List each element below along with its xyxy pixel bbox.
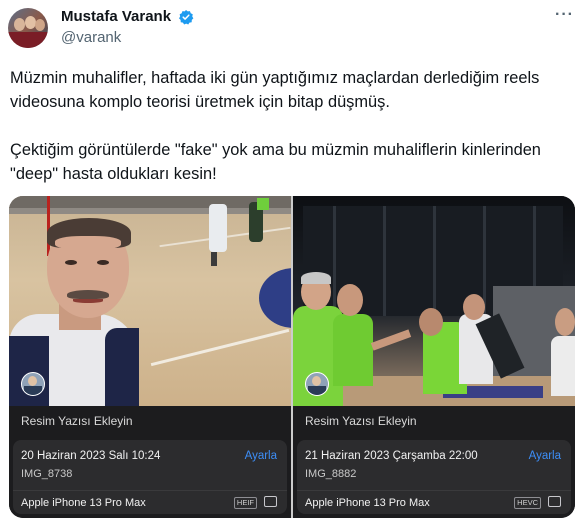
author-handle[interactable]: @varank xyxy=(61,29,121,46)
photo-1[interactable]: Resim Yazısı Ekleyin 20 Haziran 2023 Sal… xyxy=(9,196,291,518)
tweet-header: Mustafa Varank @varank ··· xyxy=(0,0,582,60)
tweet-text: Müzmin muhalifler, haftada iki gün yaptı… xyxy=(10,69,541,183)
format-badge: HEVC xyxy=(514,497,541,509)
photo-2[interactable]: Resim Yazısı Ekleyin 21 Haziran 2023 Çar… xyxy=(293,196,575,518)
device-name: Apple iPhone 13 Pro Max xyxy=(21,497,146,509)
device-row: Apple iPhone 13 Pro Max HEVC xyxy=(297,490,571,515)
device-row: Apple iPhone 13 Pro Max HEIF xyxy=(13,490,287,515)
device-name: Apple iPhone 13 Pro Max xyxy=(305,497,430,509)
video-icon xyxy=(548,496,561,507)
verified-badge-icon xyxy=(179,10,194,25)
photo-info-panel: Resim Yazısı Ekleyin 21 Haziran 2023 Çar… xyxy=(293,406,575,518)
add-caption-field[interactable]: Resim Yazısı Ekleyin xyxy=(305,414,417,428)
photo-date: 20 Haziran 2023 Salı 10:24 xyxy=(21,450,161,462)
add-caption-field[interactable]: Resim Yazısı Ekleyin xyxy=(21,414,133,428)
photo-date: 21 Haziran 2023 Çarşamba 22:00 xyxy=(305,450,478,462)
selfie-image xyxy=(9,196,291,406)
format-badge: HEIF xyxy=(233,497,257,509)
file-name: IMG_8738 xyxy=(21,468,73,480)
media-grid: Resim Yazısı Ekleyin 20 Haziran 2023 Sal… xyxy=(9,196,575,518)
metadata-card: 20 Haziran 2023 Salı 10:24 Ayarla IMG_87… xyxy=(13,440,287,514)
owner-avatar-thumb xyxy=(305,372,329,396)
adjust-button[interactable]: Ayarla xyxy=(529,450,561,462)
adjust-button[interactable]: Ayarla xyxy=(245,450,277,462)
portrait-icon xyxy=(264,496,277,507)
more-options-icon[interactable]: ··· xyxy=(555,6,574,24)
basketball-game-image xyxy=(293,196,575,406)
avatar[interactable] xyxy=(8,8,48,48)
owner-avatar-thumb xyxy=(21,372,45,396)
file-name: IMG_8882 xyxy=(305,468,357,480)
author-name[interactable]: Mustafa Varank xyxy=(61,8,171,25)
photo-info-panel: Resim Yazısı Ekleyin 20 Haziran 2023 Sal… xyxy=(9,406,291,518)
metadata-card: 21 Haziran 2023 Çarşamba 22:00 Ayarla IM… xyxy=(297,440,571,514)
